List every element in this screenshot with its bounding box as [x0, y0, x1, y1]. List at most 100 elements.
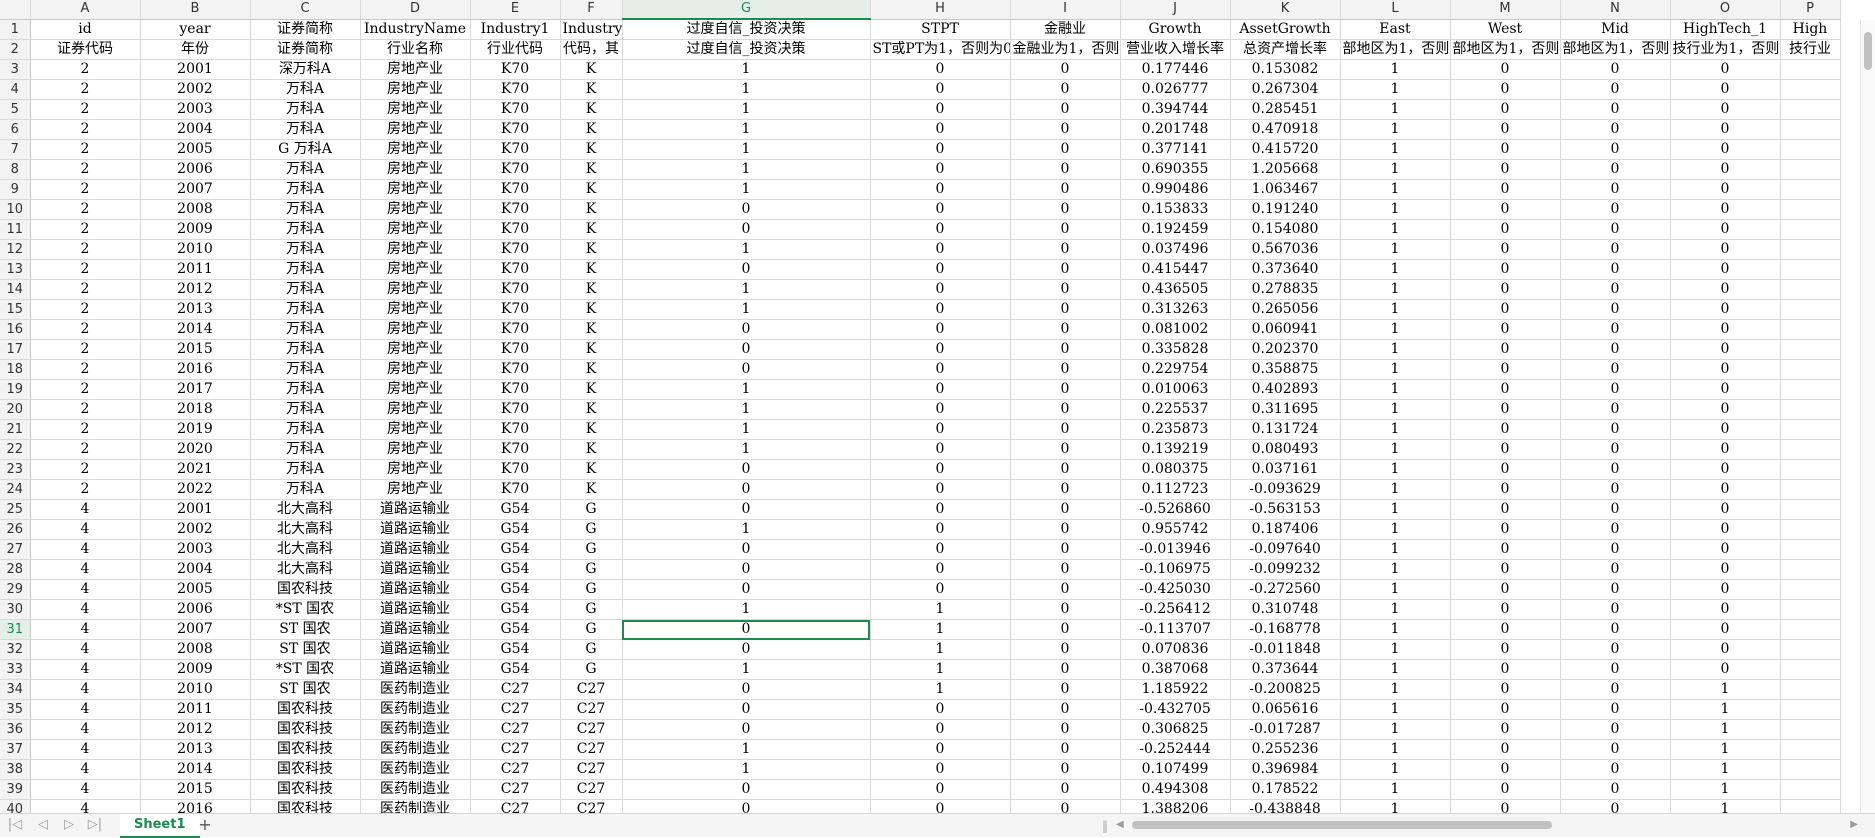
cell[interactable]: 0.313263: [1120, 299, 1231, 320]
cell[interactable]: 金融业为1，否则为: [1010, 39, 1121, 60]
cell[interactable]: 房地产业: [360, 339, 471, 360]
cell[interactable]: 0: [1010, 659, 1121, 680]
cell[interactable]: 0: [1010, 519, 1121, 540]
cell[interactable]: G54: [470, 559, 561, 580]
cell[interactable]: 0: [1560, 139, 1671, 160]
cell[interactable]: 0.394744: [1120, 99, 1231, 120]
cell[interactable]: 1: [1340, 559, 1451, 580]
cell[interactable]: [1780, 279, 1841, 300]
cell[interactable]: 0: [870, 479, 1011, 500]
cell[interactable]: 0: [1010, 759, 1121, 780]
cell[interactable]: 1: [1340, 659, 1451, 680]
cell[interactable]: 部地区为1，否则: [1340, 39, 1451, 60]
cell[interactable]: 1: [1340, 779, 1451, 800]
cell[interactable]: -0.093629: [1230, 479, 1341, 500]
cell[interactable]: -0.252444: [1120, 739, 1231, 760]
scroll-right-icon[interactable]: ▶: [1850, 818, 1858, 832]
cell[interactable]: K: [560, 79, 623, 100]
cell[interactable]: [1780, 599, 1841, 620]
cell[interactable]: 0: [1670, 459, 1781, 480]
cell[interactable]: 0.070836: [1120, 639, 1231, 660]
cell[interactable]: 房地产业: [360, 119, 471, 140]
cell[interactable]: 0: [1560, 299, 1671, 320]
cell[interactable]: [1780, 459, 1841, 480]
cell[interactable]: Industry2: [560, 19, 623, 40]
cell[interactable]: IndustryName: [360, 19, 471, 40]
cell[interactable]: 0: [1450, 259, 1561, 280]
cell[interactable]: 0.335828: [1120, 339, 1231, 360]
cell[interactable]: [1780, 419, 1841, 440]
cell[interactable]: 0: [1450, 599, 1561, 620]
cell[interactable]: 4: [30, 539, 141, 560]
row-header[interactable]: 18: [0, 359, 31, 380]
cell[interactable]: 0.494308: [1120, 779, 1231, 800]
cell[interactable]: 0: [1670, 199, 1781, 220]
cell[interactable]: 2016: [140, 799, 251, 813]
cell[interactable]: 1: [1340, 679, 1451, 700]
cell[interactable]: C27: [470, 699, 561, 720]
cell[interactable]: 0: [1010, 319, 1121, 340]
cell[interactable]: 万科A: [250, 179, 361, 200]
row-header[interactable]: 36: [0, 719, 31, 740]
cell[interactable]: 部地区为1，否则: [1450, 39, 1561, 60]
cell[interactable]: 0: [1670, 379, 1781, 400]
cell[interactable]: C27: [560, 739, 623, 760]
cell[interactable]: G54: [470, 579, 561, 600]
cell[interactable]: G: [560, 619, 623, 640]
column-header-g[interactable]: G: [622, 0, 871, 20]
cell[interactable]: 2006: [140, 159, 251, 180]
cell[interactable]: 0: [870, 759, 1011, 780]
row-header[interactable]: 23: [0, 459, 31, 480]
cell[interactable]: 房地产业: [360, 219, 471, 240]
cell[interactable]: 2: [30, 119, 141, 140]
vertical-scrollbar[interactable]: [1860, 20, 1875, 813]
cell[interactable]: 0: [1450, 399, 1561, 420]
cell[interactable]: 0: [1560, 639, 1671, 660]
row-header[interactable]: 34: [0, 679, 31, 700]
cell[interactable]: 1: [1340, 179, 1451, 200]
row-header[interactable]: 9: [0, 179, 31, 200]
cell[interactable]: -0.272560: [1230, 579, 1341, 600]
cell[interactable]: 0: [1450, 799, 1561, 813]
cell[interactable]: 0: [870, 359, 1011, 380]
cell[interactable]: 万科A: [250, 299, 361, 320]
cell[interactable]: 0: [1010, 799, 1121, 813]
cell[interactable]: 0: [622, 319, 871, 340]
cell[interactable]: 1: [1670, 719, 1781, 740]
cell[interactable]: 2001: [140, 499, 251, 520]
cell[interactable]: [1780, 539, 1841, 560]
row-header[interactable]: 29: [0, 579, 31, 600]
cell[interactable]: 0: [1670, 79, 1781, 100]
cell[interactable]: 0: [1670, 239, 1781, 260]
add-sheet-button[interactable]: +: [196, 816, 214, 834]
cell[interactable]: [1780, 359, 1841, 380]
cell[interactable]: -0.200825: [1230, 679, 1341, 700]
cell[interactable]: K70: [470, 399, 561, 420]
cell[interactable]: -0.106975: [1120, 559, 1231, 580]
row-header[interactable]: 40: [0, 799, 31, 813]
cell[interactable]: 2013: [140, 299, 251, 320]
cell[interactable]: 2: [30, 479, 141, 500]
cell[interactable]: 医药制造业: [360, 739, 471, 760]
column-header-i[interactable]: I: [1010, 0, 1121, 20]
cell[interactable]: Industry1: [470, 19, 561, 40]
cell[interactable]: 0.415447: [1120, 259, 1231, 280]
cell[interactable]: 1.063467: [1230, 179, 1341, 200]
cell[interactable]: K: [560, 179, 623, 200]
cell[interactable]: 0: [622, 559, 871, 580]
cell[interactable]: 0: [1560, 519, 1671, 540]
cell[interactable]: 0: [1010, 619, 1121, 640]
cell[interactable]: High: [1780, 19, 1841, 40]
cell[interactable]: [1780, 159, 1841, 180]
cell[interactable]: 1: [1340, 399, 1451, 420]
cell[interactable]: 0: [1560, 219, 1671, 240]
cell[interactable]: -0.526860: [1120, 499, 1231, 520]
cell[interactable]: year: [140, 19, 251, 40]
cell[interactable]: K70: [470, 319, 561, 340]
cell[interactable]: 0: [1560, 539, 1671, 560]
cell[interactable]: 0: [622, 219, 871, 240]
cell[interactable]: 0: [1450, 179, 1561, 200]
cell[interactable]: [1780, 659, 1841, 680]
cell[interactable]: 0: [870, 379, 1011, 400]
row-header[interactable]: 2: [0, 39, 31, 60]
